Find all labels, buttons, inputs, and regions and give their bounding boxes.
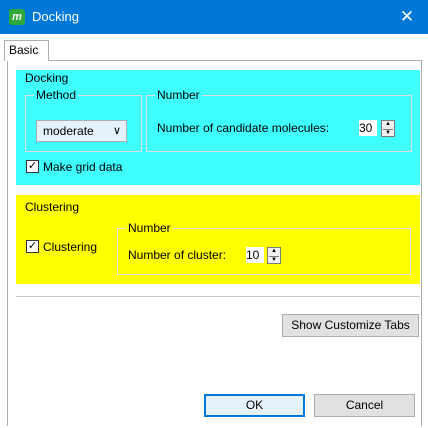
ok-button[interactable]: OK xyxy=(204,394,305,417)
title-bar: m Docking ✕ xyxy=(0,0,428,34)
chevron-down-icon: ∨ xyxy=(112,125,121,137)
method-box: Method moderate ∨ xyxy=(25,88,142,152)
spinner-down-icon[interactable]: ▼ xyxy=(269,256,279,263)
clustering-group-title: Clustering xyxy=(25,200,80,214)
clustering-checkbox[interactable]: ✓ xyxy=(26,240,39,253)
make-grid-data-label: Make grid data xyxy=(43,160,123,174)
separator xyxy=(16,296,420,297)
make-grid-data-checkbox[interactable]: ✓ xyxy=(26,160,39,173)
spinner-up-icon[interactable]: ▲ xyxy=(383,121,393,128)
spinner-down-icon[interactable]: ▼ xyxy=(383,129,393,136)
docking-group-title: Docking xyxy=(25,71,69,85)
candidate-molecules-input[interactable]: 30 xyxy=(359,120,377,136)
cluster-number-box: Number Number of cluster: 10 ▲ ▼ xyxy=(117,221,411,275)
candidate-number-box-title: Number xyxy=(155,88,202,102)
tab-strip-line xyxy=(48,60,422,61)
clustering-label: Clustering xyxy=(43,240,98,254)
docking-group: Docking Method moderate ∨ Number Number … xyxy=(16,70,420,185)
candidate-number-box: Number Number of candidate molecules: 30… xyxy=(146,88,412,152)
method-dropdown[interactable]: moderate ∨ xyxy=(36,120,127,142)
cluster-number-box-title: Number xyxy=(126,221,173,235)
candidate-molecules-spinner[interactable]: ▲ ▼ xyxy=(381,120,395,137)
method-dropdown-value: moderate xyxy=(43,124,94,138)
window-title: Docking xyxy=(32,9,79,24)
close-icon[interactable]: ✕ xyxy=(386,0,428,34)
cancel-button[interactable]: Cancel xyxy=(314,394,415,417)
candidate-molecules-label: Number of candidate molecules: xyxy=(157,121,330,135)
clustering-group: Clustering ✓ Clustering Number Number of… xyxy=(16,195,420,284)
cluster-number-label: Number of cluster: xyxy=(128,248,227,262)
cluster-number-input[interactable]: 10 xyxy=(246,247,264,263)
app-icon: m xyxy=(9,9,25,25)
cluster-number-spinner[interactable]: ▲ ▼ xyxy=(267,247,281,264)
method-box-title: Method xyxy=(34,88,79,102)
tab-basic[interactable]: Basic xyxy=(4,40,49,61)
show-customize-tabs-button[interactable]: Show Customize Tabs xyxy=(282,314,419,337)
spinner-up-icon[interactable]: ▲ xyxy=(269,248,279,255)
